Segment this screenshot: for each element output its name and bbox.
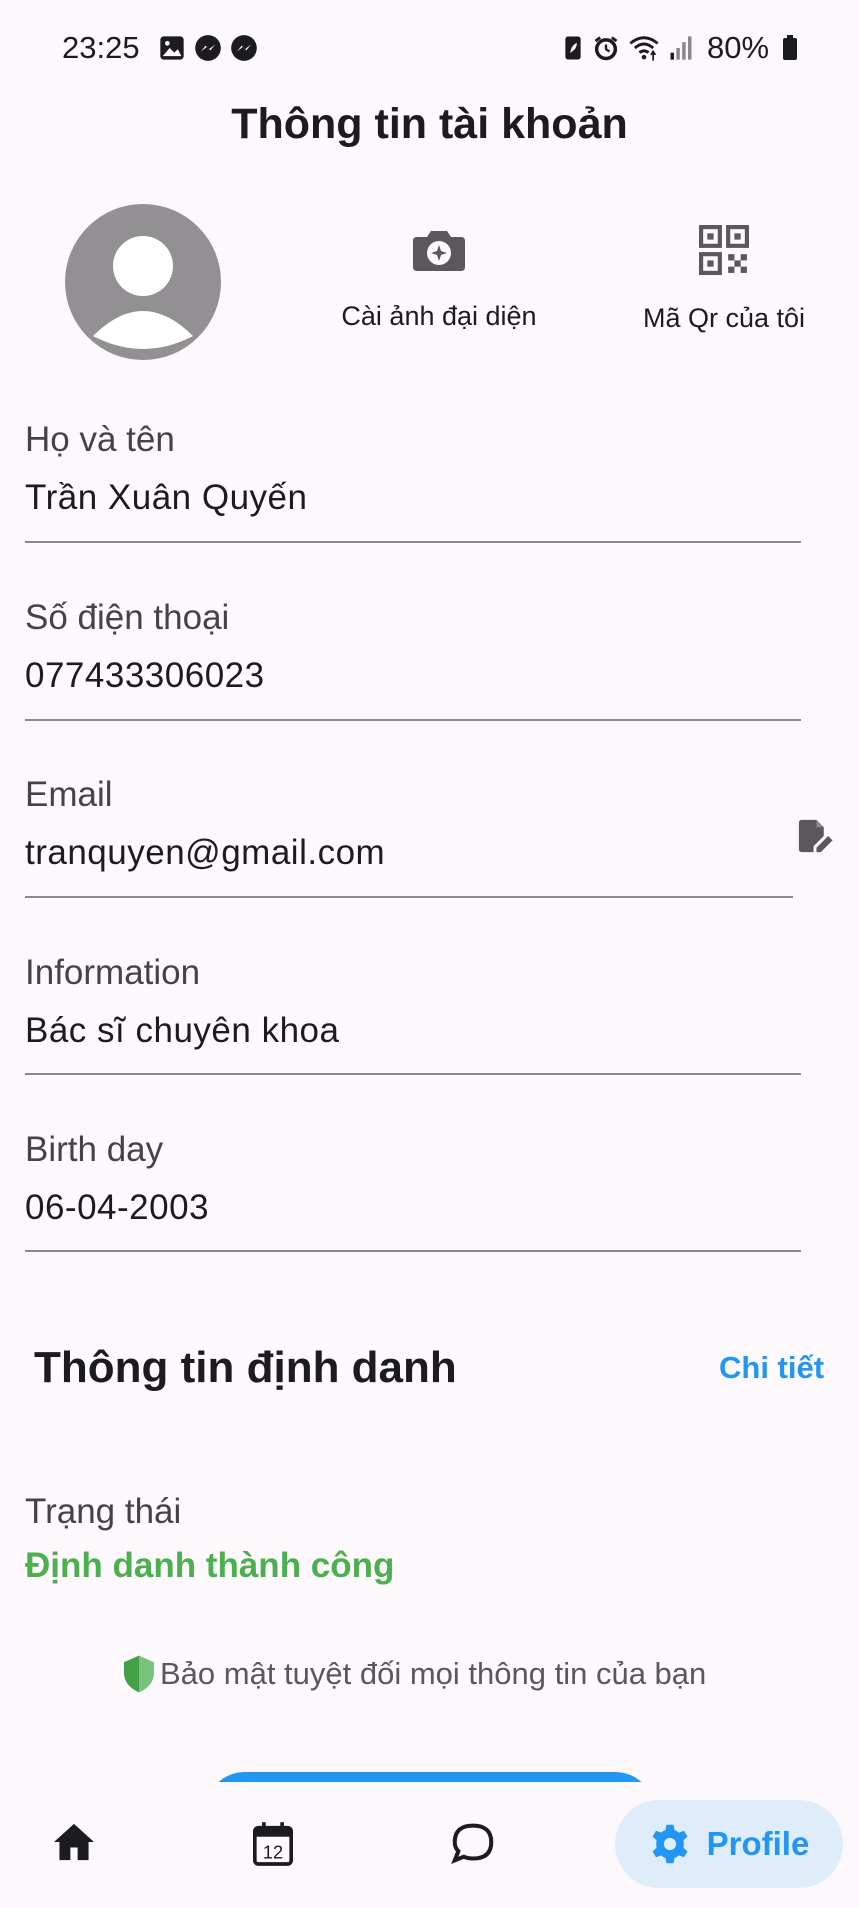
identity-detail-link[interactable]: Chi tiết (719, 1350, 824, 1386)
email-value[interactable]: tranquyen@gmail.com (25, 833, 385, 873)
nav-home[interactable] (52, 1822, 96, 1862)
email-label: Email (25, 775, 113, 814)
bottom-navigation: 12 Profile (0, 1782, 859, 1908)
status-bar: 23:25 80% (0, 0, 859, 96)
email-underline (25, 896, 793, 898)
identity-status-value: Định danh thành công (25, 1546, 395, 1585)
notification-icons (158, 34, 258, 62)
birthday-field[interactable]: Birth day 06-04-2003 (25, 1130, 209, 1228)
information-underline (25, 1073, 801, 1075)
nav-chat[interactable] (451, 1822, 495, 1864)
birthday-underline (25, 1250, 801, 1252)
calendar-icon: 12 (253, 1822, 293, 1866)
calendar-day-text: 12 (263, 1843, 283, 1863)
wifi-icon (629, 36, 659, 61)
full-name-label: Họ và tên (25, 420, 175, 459)
my-qr-label: Mã Qr của tôi (642, 303, 806, 333)
person-icon (93, 236, 193, 349)
set-avatar-label: Cài ảnh đại diện (341, 301, 537, 331)
nav-calendar[interactable]: 12 (253, 1822, 293, 1866)
battery-percent: 80% (707, 30, 770, 65)
phone-label: Số điện thoại (25, 598, 230, 637)
status-time: 23:25 (62, 30, 140, 65)
battery-saver-icon (565, 36, 581, 60)
full-name-underline (25, 541, 801, 543)
nav-profile-label: Profile (706, 1825, 810, 1862)
page-title: Thông tin tài khoản (231, 100, 628, 148)
signal-icon (670, 36, 692, 60)
edit-document-icon[interactable] (797, 817, 833, 855)
full-name-value[interactable]: Trần Xuân Quyến (25, 478, 307, 518)
home-icon (54, 1823, 94, 1861)
chat-bubble-icon (451, 1823, 494, 1864)
nav-profile[interactable]: Profile (615, 1800, 843, 1888)
avatar[interactable] (65, 204, 221, 360)
shield-check-icon (124, 1655, 154, 1693)
qr-code-icon (699, 225, 749, 275)
security-note-text: Bảo mật tuyệt đối mọi thông tin của bạn (160, 1656, 707, 1691)
information-field[interactable]: Information Bác sĩ chuyên khoa (25, 953, 339, 1051)
identity-status-label: Trạng thái (25, 1492, 182, 1531)
full-name-field[interactable]: Họ và tên Trần Xuân Quyến (25, 420, 307, 518)
messenger-icon (195, 35, 221, 61)
battery-icon (783, 35, 797, 60)
phone-field[interactable]: Số điện thoại 077433306023 (25, 598, 265, 696)
settings-icon (652, 1824, 688, 1864)
messenger-icon (231, 35, 257, 61)
camera-icon (413, 231, 465, 271)
information-value[interactable]: Bác sĩ chuyên khoa (25, 1011, 339, 1051)
gallery-icon (160, 36, 184, 60)
system-icons (562, 34, 694, 62)
my-qr-button[interactable]: Mã Qr của tôi (594, 225, 854, 334)
security-note: Bảo mật tuyệt đối mọi thông tin của bạn (122, 1654, 706, 1694)
set-avatar-button[interactable]: Cài ảnh đại diện (309, 225, 569, 332)
birthday-value[interactable]: 06-04-2003 (25, 1188, 209, 1228)
birthday-label: Birth day (25, 1130, 164, 1169)
information-label: Information (25, 953, 201, 992)
phone-value[interactable]: 077433306023 (25, 656, 265, 696)
phone-underline (25, 719, 801, 721)
email-field[interactable]: Email tranquyen@gmail.com (25, 775, 385, 873)
identity-section-title: Thông tin định danh (34, 1343, 457, 1392)
alarm-icon (594, 36, 618, 61)
